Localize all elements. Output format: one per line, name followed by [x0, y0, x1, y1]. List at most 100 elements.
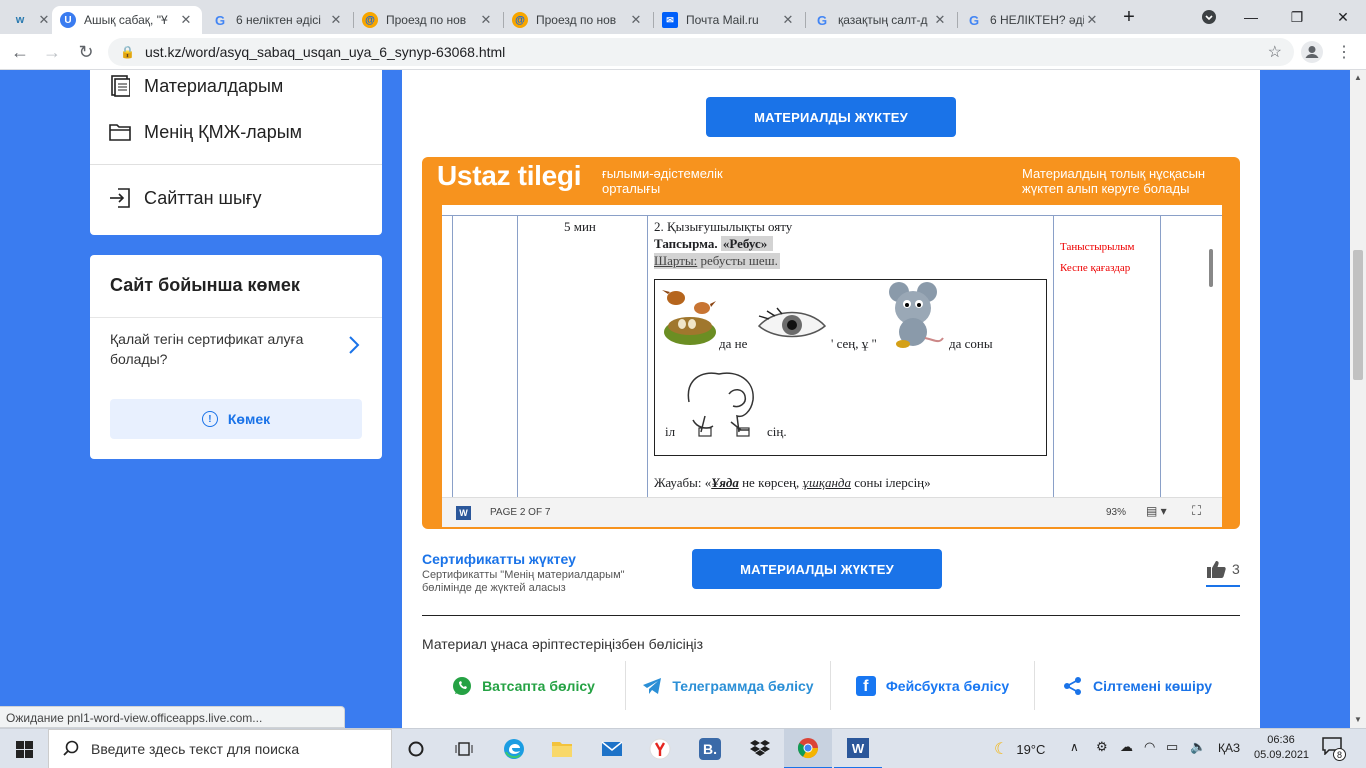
page-scrollbar[interactable]: ▲ ▼	[1350, 70, 1366, 728]
clock[interactable]: 06:36 05.09.2021	[1254, 733, 1310, 763]
rebus-text-1: да не	[719, 336, 748, 351]
tray-overflow-icon[interactable]: ∧	[1070, 740, 1079, 754]
page-content: Материалдарым Менің ҚМЖ-ларым Сайттан шы…	[0, 70, 1350, 728]
info-icon: !	[201, 411, 218, 427]
tab-mail-2[interactable]: @ Проезд по нов ✕	[504, 6, 652, 34]
close-tab-icon[interactable]: ✕	[932, 12, 948, 28]
clock-date: 05.09.2021	[1254, 749, 1310, 761]
weather-widget[interactable]: ☾ 19°C	[994, 729, 1045, 768]
help-button-label: Көмек	[227, 411, 271, 427]
loading-status: Ожидание pnl1-word-view.officeapps.live.…	[0, 706, 345, 728]
browser-toolbar: ← → ↻ 🔒 ust.kz/word/asyq_sabaq_usqan_uya…	[0, 34, 1366, 70]
download-material-button-top[interactable]: МАТЕРИАЛДЫ ЖҮКТЕУ	[706, 97, 956, 137]
whatsapp-icon	[453, 676, 472, 695]
divider	[90, 317, 382, 318]
browser-menu-icon[interactable]: ⋮	[1330, 38, 1358, 66]
condition-line: Шарты: ребусты шеш.	[654, 253, 780, 269]
word-document-page[interactable]: 5 мин 2. Қызығушылықты ояту Тапсырма. «Р…	[442, 205, 1222, 527]
logout-link[interactable]: Сайттан шығу	[108, 186, 261, 210]
share-label: Ватсапта бөлісу	[482, 677, 595, 694]
scrollbar-thumb[interactable]	[1353, 250, 1363, 380]
profile-avatar-icon[interactable]	[1298, 38, 1326, 66]
certificate-download-link[interactable]: Сертификатты жүктеу	[422, 551, 576, 567]
language-indicator[interactable]: ҚАЗ	[1218, 741, 1240, 755]
windows-start-icon[interactable]	[0, 729, 48, 768]
new-tab-button[interactable]: +	[1112, 0, 1146, 34]
condition-label: Шарты:	[654, 253, 698, 268]
clock-time: 06:36	[1267, 734, 1295, 746]
close-tab-icon[interactable]: ✕	[780, 12, 796, 28]
close-tab-icon[interactable]: ✕	[1084, 12, 1100, 28]
download-material-button-bottom[interactable]: МАТЕРИАЛДЫ ЖҮКТЕУ	[692, 549, 942, 589]
bookmark-star-icon[interactable]: ☆	[1268, 42, 1282, 62]
chevron-right-icon[interactable]	[348, 335, 360, 361]
document-viewer: Ustaz tilegi ғылыми-әдістемелік орталығы…	[422, 157, 1240, 529]
tab-mail-1[interactable]: @ Проезд по нов ✕	[354, 6, 502, 34]
yandex-browser-icon[interactable]	[636, 729, 684, 768]
menu-item-kmzh[interactable]: Менің ҚМЖ-ларым	[108, 120, 302, 144]
copy-link-button[interactable]: Сілтемені көшіру	[1035, 661, 1240, 710]
reload-icon[interactable]: ↻	[72, 38, 100, 66]
tab-google-3[interactable]: G 6 НЕЛІКТЕН? әді ✕	[958, 6, 1108, 34]
tray-app-icon[interactable]: ⚙	[1096, 739, 1108, 755]
address-bar[interactable]: 🔒 ust.kz/word/asyq_sabaq_usqan_uya_6_syn…	[108, 38, 1294, 66]
task-title: «Ребус»	[720, 236, 774, 251]
search-icon	[63, 740, 79, 759]
close-tab-icon[interactable]: ✕	[36, 12, 50, 28]
vk-app-icon[interactable]: B.	[686, 729, 734, 768]
taskbar-search-box[interactable]: Введите здесь текст для поиска	[48, 729, 392, 768]
task-label: Тапсырма.	[654, 236, 718, 251]
reading-view-icon[interactable]: ▤ ▾	[1146, 504, 1167, 518]
chrome-taskbar-icon[interactable]	[784, 729, 832, 768]
fullscreen-icon[interactable]: ⛶	[1192, 503, 1201, 519]
edge-icon[interactable]	[490, 729, 538, 768]
minimize-icon[interactable]: —	[1228, 0, 1274, 34]
share-telegram-button[interactable]: Телеграммда бөлісу	[626, 661, 830, 710]
rebus-text-5: сің.	[767, 424, 787, 439]
doc-scrollbar[interactable]	[1209, 249, 1213, 287]
mail-at-icon: @	[362, 12, 378, 28]
help-title: Сайт бойынша көмек	[110, 275, 300, 295]
share-facebook-button[interactable]: f Фейсбукта бөлісу	[831, 661, 1034, 710]
divider	[90, 164, 382, 165]
close-tab-icon[interactable]: ✕	[178, 12, 194, 28]
help-card: Сайт бойынша көмек Қалай тегін сертифика…	[90, 255, 382, 459]
notifications-icon[interactable]: 8	[1322, 737, 1346, 761]
share-title: Материал ұнаса әріптестеріңізбен бөлісің…	[422, 636, 704, 652]
close-tab-icon[interactable]: ✕	[328, 12, 344, 28]
dropbox-icon[interactable]	[736, 729, 784, 768]
wifi-icon[interactable]: ◠	[1144, 739, 1155, 755]
sidebar-menu: Материалдарым Менің ҚМЖ-ларым Сайттан шы…	[90, 70, 382, 235]
resource-presentation: Таныстырылым	[1060, 241, 1135, 253]
tab-ustaz[interactable]: w ✕	[4, 6, 50, 34]
task-view-icon[interactable]	[440, 729, 488, 768]
share-label: Телеграммда бөлісу	[672, 677, 814, 694]
forward-icon[interactable]: →	[38, 38, 66, 66]
close-tab-icon[interactable]: ✕	[628, 12, 644, 28]
facebook-icon: f	[855, 675, 876, 696]
battery-icon[interactable]: ▭	[1166, 739, 1178, 755]
mail-app-icon[interactable]	[588, 729, 636, 768]
file-explorer-icon[interactable]	[538, 729, 586, 768]
share-whatsapp-button[interactable]: Ватсапта бөлісу	[422, 661, 625, 710]
back-icon[interactable]: ←	[6, 38, 34, 66]
help-question-link[interactable]: Қалай тегін сертификат алуға болады?	[110, 329, 330, 369]
word-icon: W	[456, 506, 471, 520]
close-window-icon[interactable]: ✕	[1320, 0, 1366, 34]
share-label: Фейсбукта бөлісу	[885, 677, 1010, 694]
menu-item-materials[interactable]: Материалдарым	[108, 74, 283, 98]
help-button[interactable]: ! Көмек	[110, 399, 362, 439]
tab-google-2[interactable]: G қазақтың салт-д ✕	[806, 6, 956, 34]
tab-mailru[interactable]: ✉ Почта Mail.ru ✕	[654, 6, 804, 34]
onedrive-icon[interactable]: ☁	[1120, 739, 1133, 755]
tab-search-icon[interactable]	[1186, 0, 1232, 34]
restore-icon[interactable]: ❐	[1274, 0, 1320, 34]
like-button[interactable]: 3	[1206, 559, 1240, 587]
tab-active[interactable]: U Ашық сабақ, "Ұ ✕	[52, 6, 202, 34]
eye-icon	[757, 307, 827, 338]
volume-icon[interactable]: 🔈	[1190, 739, 1206, 755]
word-taskbar-icon[interactable]: W	[834, 729, 882, 768]
tab-google-1[interactable]: G 6 неліктен әдісі ✕	[204, 6, 352, 34]
cortana-icon[interactable]	[392, 729, 440, 768]
close-tab-icon[interactable]: ✕	[478, 12, 494, 28]
